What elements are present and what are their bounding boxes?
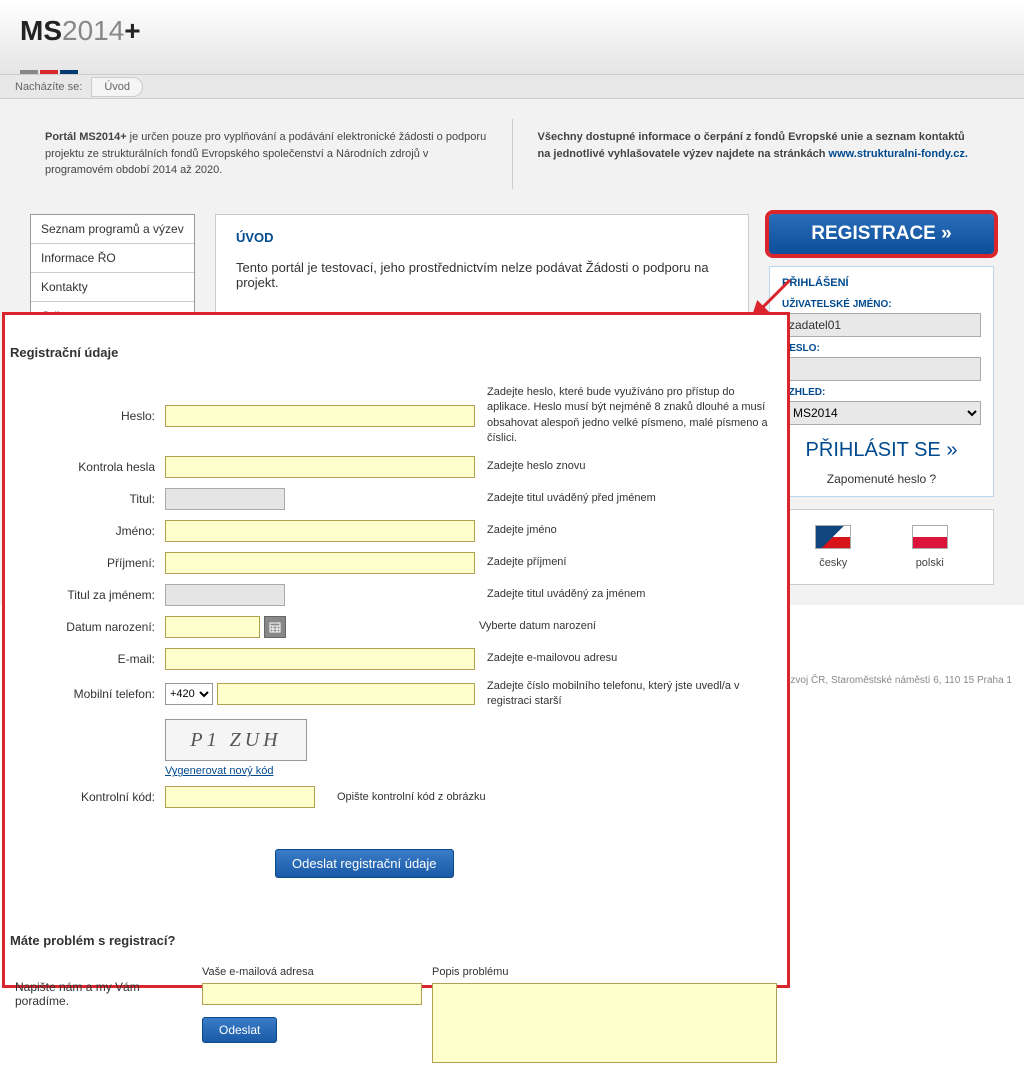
kontrola-input[interactable] — [165, 456, 475, 478]
email-input[interactable] — [165, 648, 475, 670]
jmeno-label: Jméno: — [15, 524, 165, 538]
registration-button[interactable]: REGISTRACE » — [769, 214, 994, 254]
logo-year: 2014 — [62, 15, 124, 46]
info-right: Všechny dostupné informace o čerpání z f… — [523, 119, 995, 189]
registration-title: Registrační údaje — [10, 345, 777, 360]
problem-desc-label: Popis problému — [432, 966, 777, 978]
submit-registration-button[interactable]: Odeslat registrační údaje — [275, 849, 454, 878]
titul-za-input[interactable] — [165, 584, 285, 606]
problem-send-button[interactable]: Odeslat — [202, 1017, 277, 1043]
forgot-password-link[interactable]: Zapomenuté heslo ? — [782, 472, 981, 486]
datum-label: Datum narození: — [15, 620, 165, 634]
lang-cz-label: česky — [819, 557, 847, 569]
jmeno-input[interactable] — [165, 520, 475, 542]
password-label: HESLO: — [782, 343, 981, 354]
heslo-label: Heslo: — [15, 409, 165, 423]
prijmeni-input[interactable] — [165, 552, 475, 574]
titul-label: Titul: — [15, 492, 165, 506]
kod-input[interactable] — [165, 786, 315, 808]
problem-email-label: Vaše e-mailová adresa — [202, 966, 422, 978]
problem-email-input[interactable] — [202, 983, 422, 1005]
kontrola-label: Kontrola hesla — [15, 460, 165, 474]
titul-za-hint: Zadejte titul uváděný za jménem — [487, 587, 777, 602]
logo-ms: MS — [20, 15, 62, 46]
info-left: Portál MS2014+ je určen pouze pro vyplňo… — [30, 119, 502, 189]
lang-polish[interactable]: polski — [912, 525, 948, 569]
mobil-label: Mobilní telefon: — [15, 687, 165, 701]
username-input[interactable] — [782, 313, 981, 337]
phone-prefix-select[interactable]: +420 — [165, 683, 213, 705]
mobil-hint: Zadejte číslo mobilního telefonu, který … — [487, 679, 777, 710]
username-label: UŽIVATELSKÉ JMÉNO: — [782, 299, 981, 310]
sidebar-item-contacts[interactable]: Kontakty — [31, 273, 194, 302]
kontrola-hint: Zadejte heslo znovu — [487, 459, 777, 474]
login-panel: PŘIHLÁŠENÍ UŽIVATELSKÉ JMÉNO: HESLO: VZH… — [769, 266, 994, 497]
jmeno-hint: Zadejte jméno — [487, 523, 777, 538]
titul-hint: Zadejte titul uváděný před jménem — [487, 491, 777, 506]
email-label: E-mail: — [15, 652, 165, 666]
lang-czech[interactable]: česky — [815, 525, 851, 569]
kod-label: Kontrolní kód: — [15, 790, 165, 804]
login-submit-button[interactable]: PŘIHLÁSIT SE » — [782, 439, 981, 462]
right-column: REGISTRACE » PŘIHLÁŠENÍ UŽIVATELSKÉ JMÉN… — [769, 214, 994, 585]
info-right-link[interactable]: www.strukturalni-fondy.cz. — [829, 148, 968, 160]
email-hint: Zadejte e-mailovou adresu — [487, 651, 777, 666]
kod-hint: Opište kontrolní kód z obrázku — [337, 790, 777, 805]
skin-select[interactable]: MS2014 — [782, 401, 981, 425]
flag-pl-icon — [912, 525, 948, 549]
problem-section: Máte problém s registrací? Napište nám a… — [15, 933, 777, 1066]
datum-hint: Vyberte datum narození — [479, 619, 777, 634]
lang-pl-label: polski — [916, 557, 944, 569]
calendar-icon[interactable] — [264, 616, 286, 638]
password-input[interactable] — [782, 357, 981, 381]
content-text: Tento portál je testovací, jeho prostřed… — [236, 260, 728, 290]
problem-title: Máte problém s registrací? — [10, 933, 777, 948]
sidebar-item-programs[interactable]: Seznam programů a výzev — [31, 215, 194, 244]
prijmeni-hint: Zadejte příjmení — [487, 555, 777, 570]
prijmeni-label: Příjmení: — [15, 556, 165, 570]
flag-cz-icon — [815, 525, 851, 549]
breadcrumb: Nacházíte se: Úvod — [0, 75, 1024, 99]
registration-form: Registrační údaje Heslo: Zadejte heslo, … — [2, 312, 790, 988]
info-divider — [512, 119, 513, 189]
heslo-hint: Zadejte heslo, které bude využíváno pro … — [487, 385, 777, 447]
info-left-bold: Portál MS2014+ — [45, 131, 127, 143]
breadcrumb-item[interactable]: Úvod — [91, 77, 143, 97]
skin-label: VZHLED: — [782, 387, 981, 398]
mobil-input[interactable] — [217, 683, 475, 705]
captcha-regenerate-link[interactable]: Vygenerovat nový kód — [165, 765, 273, 777]
content-title: ÚVOD — [236, 230, 728, 245]
sidebar-item-info-ro[interactable]: Informace ŘO — [31, 244, 194, 273]
app-header: MS2014+ — [0, 0, 1024, 75]
titul-za-label: Titul za jménem: — [15, 588, 165, 602]
heslo-input[interactable] — [165, 405, 475, 427]
breadcrumb-label: Nacházíte se: — [15, 81, 82, 93]
logo-plus: + — [124, 15, 140, 46]
login-title: PŘIHLÁŠENÍ — [782, 277, 981, 289]
datum-input[interactable] — [165, 616, 260, 638]
info-strip: Portál MS2014+ je určen pouze pro vyplňo… — [0, 99, 1024, 204]
language-panel: česky polski — [769, 509, 994, 585]
app-logo: MS2014+ — [20, 15, 1004, 81]
problem-note: Napište nám a my Vám poradíme. — [15, 980, 192, 1008]
titul-input[interactable] — [165, 488, 285, 510]
captcha-image: P1 ZUH — [165, 719, 307, 761]
problem-desc-textarea[interactable] — [432, 983, 777, 1063]
